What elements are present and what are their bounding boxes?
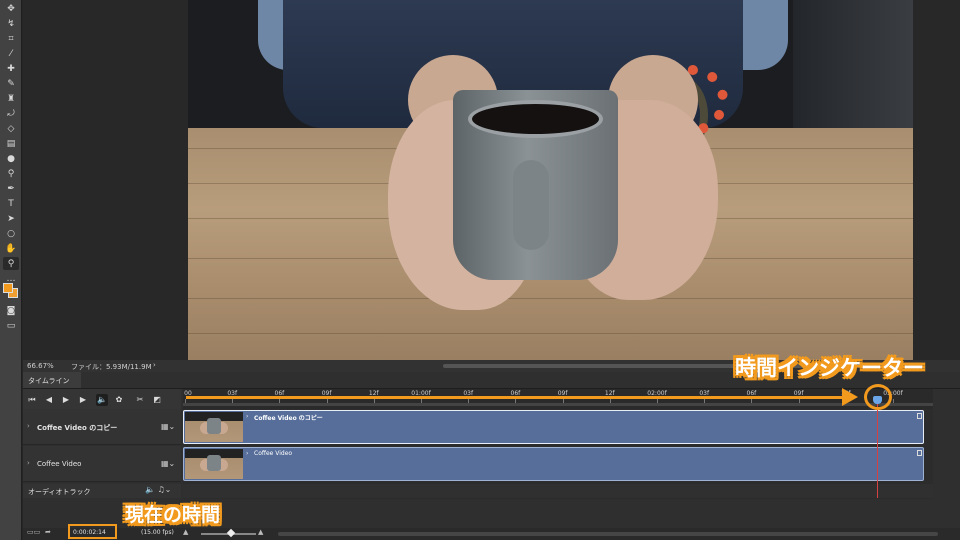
document-area (23, 0, 960, 360)
settings-gear-icon[interactable]: ✿ (113, 394, 125, 406)
clip-end-handle[interactable] (917, 413, 922, 419)
first-frame-icon[interactable]: ⏮ (26, 394, 38, 406)
pen-icon[interactable]: ✒ (3, 182, 19, 195)
video-clip[interactable]: › Coffee Video (183, 447, 924, 481)
track-name: Coffee Video のコピー (37, 424, 118, 432)
timeline-scrollbar[interactable] (278, 532, 938, 536)
gradient-icon[interactable]: ▤ (3, 137, 19, 150)
render-video-icon[interactable]: ➦ (45, 528, 51, 536)
annotation-time-indicator-label: 時間インジケーター (735, 356, 924, 380)
video-clip[interactable]: › Coffee Video のコピー (183, 410, 924, 444)
lasso-icon[interactable]: ↯ (3, 17, 19, 30)
audio-icon[interactable]: 🔈 (96, 394, 108, 406)
stamp-icon[interactable]: ♜ (3, 92, 19, 105)
playback-controls: ⏮ ◀ ▶ ▶ 🔈 ✿ ✂ ◩ (23, 389, 181, 411)
eraser-icon[interactable]: ◇ (3, 122, 19, 135)
track-name: Coffee Video (37, 460, 82, 468)
frame-rate: (15.00 fps) (141, 529, 174, 536)
screen-mode-icon[interactable]: ▭ (3, 319, 19, 332)
expand-caret-icon[interactable]: › (27, 422, 30, 430)
split-scissors-icon[interactable]: ✂ (134, 394, 146, 406)
film-icon[interactable]: ▦⌄ (161, 459, 175, 468)
dodge-icon[interactable]: ⚲ (3, 167, 19, 180)
annotation-current-time-label: 現在の時間 (125, 504, 221, 526)
annotation-circle (864, 384, 892, 410)
zoom-icon[interactable]: ⚲ (3, 257, 19, 270)
clip-expand-icon[interactable]: › (246, 413, 248, 420)
history-brush-icon[interactable]: ⤾ (3, 107, 19, 120)
annotation-highlight-box (68, 524, 117, 539)
audio-track-header[interactable]: オーディオトラック 🔈 ♫⌄ (23, 484, 181, 498)
audio-mute-icon[interactable]: 🔈 ♫⌄ (145, 485, 171, 494)
film-icon[interactable]: ▦⌄ (161, 422, 175, 431)
clip-thumbnail (185, 449, 243, 479)
zoom-in-icon[interactable]: ▲ (258, 528, 263, 536)
foreground-color-swatch[interactable] (3, 283, 13, 293)
track-area: › Coffee Video のコピー › Coffee Video (183, 409, 933, 499)
play-icon[interactable]: ▶ (60, 394, 72, 406)
annotation-arrow-line (186, 396, 846, 399)
next-frame-icon[interactable]: ▶ (77, 394, 89, 406)
file-info: ファイル：5.93M/11.9M (71, 363, 152, 371)
clip-label: Coffee Video のコピー (254, 415, 323, 422)
annotation-arrow-head (842, 388, 858, 406)
zoom-level: 66.67% (27, 362, 54, 370)
convert-frame-animation-icon[interactable]: ▭▭ (27, 528, 40, 536)
brush-icon[interactable]: ✎ (3, 77, 19, 90)
work-area-bar[interactable] (183, 403, 933, 406)
playhead-line[interactable] (877, 398, 878, 498)
audio-track-lane[interactable] (183, 484, 933, 498)
quick-mask-icon[interactable]: ◙ (3, 304, 19, 317)
path-select-icon[interactable]: ➤ (3, 212, 19, 225)
video-frame-image (188, 0, 913, 360)
type-icon[interactable]: T (3, 197, 19, 210)
expand-caret-icon[interactable]: › (27, 459, 30, 467)
healing-icon[interactable]: ✚ (3, 62, 19, 75)
track-list: › Coffee Video のコピー ▦⌄ › Coffee Video ▦⌄… (23, 409, 181, 498)
clip-thumbnail (185, 412, 243, 442)
tools-panel: ✥ ↯ ⌗ ⁄ ✚ ✎ ♜ ⤾ ◇ ▤ ● ⚲ ✒ T ➤ ○ ✋ ⚲ … ◙ … (0, 0, 22, 540)
clip-label: Coffee Video (254, 450, 293, 457)
move-icon[interactable]: ✥ (3, 2, 19, 15)
zoom-out-icon[interactable]: ▲ (183, 528, 188, 536)
shape-icon[interactable]: ○ (3, 227, 19, 240)
clip-expand-icon[interactable]: › (246, 450, 248, 457)
hand-icon[interactable]: ✋ (3, 242, 19, 255)
crop-icon[interactable]: ⌗ (3, 32, 19, 45)
previous-frame-icon[interactable]: ◀ (43, 394, 55, 406)
timeline-bottom-bar: ▭▭ ➦ 0:00:02:14 (15.00 fps) ▲ ▲ (23, 528, 960, 540)
timeline-ruler[interactable]: 00 03f 06f 09f 12f 01:00f 03f 06f 09f 12f 02:00f 03… (183, 389, 933, 409)
zoom-slider-thumb[interactable] (226, 528, 236, 538)
track-header[interactable]: › Coffee Video ▦⌄ (23, 446, 181, 482)
clip-end-handle[interactable] (917, 450, 922, 456)
blur-icon[interactable]: ● (3, 152, 19, 165)
eyedropper-icon[interactable]: ⁄ (3, 47, 19, 60)
track-header[interactable]: › Coffee Video のコピー ▦⌄ (23, 409, 181, 445)
status-menu-icon[interactable]: › (153, 361, 156, 369)
transition-icon[interactable]: ◩ (151, 394, 163, 406)
audio-track-name: オーディオトラック (28, 488, 91, 496)
tab-timeline[interactable]: タイムライン (23, 372, 81, 388)
